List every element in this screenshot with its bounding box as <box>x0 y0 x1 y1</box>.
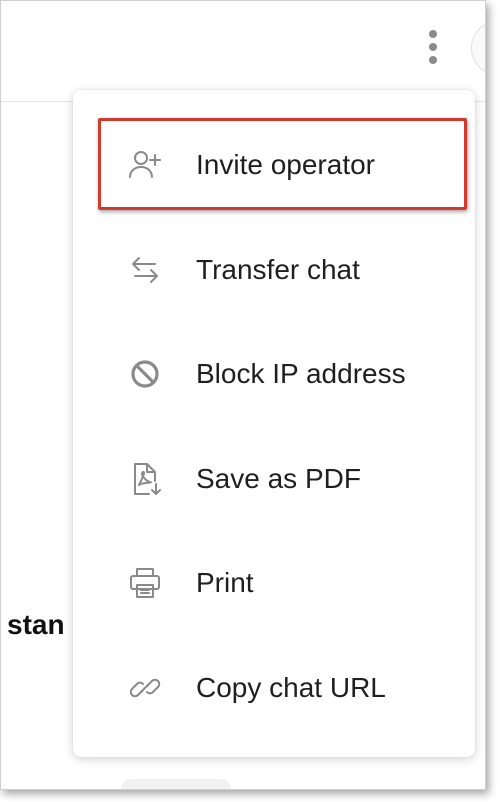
arrows-swap-icon <box>127 252 163 288</box>
menu-item-label: Transfer chat <box>196 254 360 285</box>
menu-item-transfer-chat[interactable]: Transfer chat <box>73 230 475 310</box>
menu-item-print[interactable]: Print <box>73 543 475 623</box>
menu-item-invite-operator[interactable]: Invite operator <box>73 125 475 205</box>
menu-item-label: Invite operator <box>196 149 375 180</box>
link-icon <box>127 670 163 706</box>
kebab-dot <box>429 30 437 38</box>
kebab-dot <box>429 43 437 51</box>
app-window: stan Invite operator Transfer chat Block… <box>0 0 486 790</box>
menu-item-label: Copy chat URL <box>196 672 386 703</box>
printer-icon <box>127 565 163 601</box>
avatar[interactable] <box>471 23 485 73</box>
menu-item-copy-url[interactable]: Copy chat URL <box>73 648 475 728</box>
background-partial-text: stan <box>7 609 65 640</box>
kebab-dot <box>429 56 437 64</box>
chat-actions-menu: Invite operator Transfer chat Block IP a… <box>73 90 475 757</box>
menu-item-label: Block IP address <box>196 358 406 389</box>
menu-item-block-ip[interactable]: Block IP address <box>73 334 475 414</box>
menu-item-save-pdf[interactable]: Save as PDF <box>73 439 475 519</box>
menu-item-label: Save as PDF <box>196 463 361 494</box>
user-plus-icon <box>127 147 163 183</box>
block-icon <box>127 356 163 392</box>
more-options-button[interactable] <box>421 27 445 67</box>
menu-item-label: Print <box>196 567 254 598</box>
pdf-download-icon <box>127 461 163 497</box>
background-pill <box>121 779 231 789</box>
header-bar <box>1 1 485 102</box>
